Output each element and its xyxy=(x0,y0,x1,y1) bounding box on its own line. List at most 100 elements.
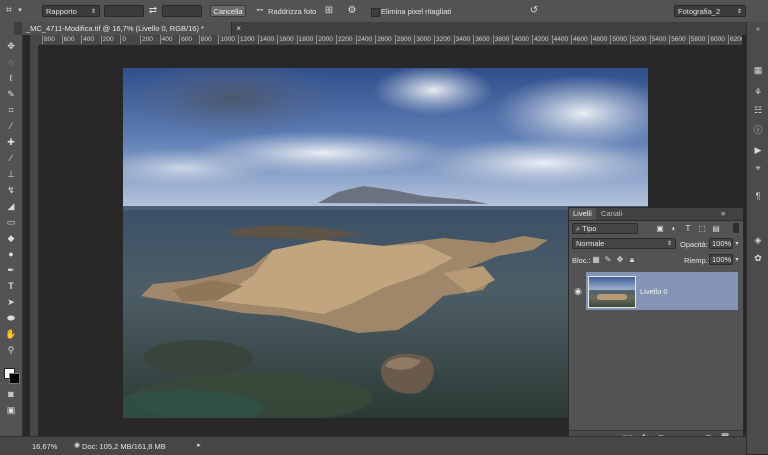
reset-icon[interactable]: ↺ xyxy=(528,5,540,17)
opacity-slider-chevron-icon[interactable]: ▾ xyxy=(733,238,741,250)
clear-button[interactable]: Cancella xyxy=(210,5,246,17)
lasso-tool-icon[interactable]: ℓ xyxy=(3,72,19,84)
ratio-select-label: Rapporto xyxy=(46,7,77,16)
lock-all-icon[interactable]: 🔒︎ xyxy=(627,254,637,266)
healing-brush-icon[interactable]: ✚ xyxy=(3,136,19,148)
ruler-tick-label: 5000 xyxy=(610,35,627,44)
ruler-tick-label: 400 xyxy=(81,35,95,44)
zoom-tool-icon[interactable]: ⚲ xyxy=(3,344,19,356)
filter-type-icon[interactable]: T xyxy=(683,223,693,235)
hand-tool-icon[interactable]: ✋ xyxy=(3,328,19,340)
crop-tool-icon[interactable]: ⌗ xyxy=(3,5,15,17)
screen-mode-icon[interactable]: ▣ xyxy=(3,404,19,416)
filter-shape-icon[interactable]: ⬚ xyxy=(697,223,707,235)
right-dock: « ▦ ⚘ ☷ ⓘ ▶ ⌖ ¶ ◈ ✿ xyxy=(746,22,768,454)
layer-visibility-eye-icon[interactable]: ◉ xyxy=(571,272,585,310)
height-field[interactable] xyxy=(162,5,202,17)
properties-icon[interactable]: ☷ xyxy=(751,104,765,116)
eraser-icon[interactable]: ◢ xyxy=(3,200,19,212)
ruler-tick-label: 1800 xyxy=(296,35,314,44)
info-icon[interactable]: ⓘ xyxy=(751,124,765,136)
filter-toggle[interactable] xyxy=(733,223,739,233)
layer-name[interactable]: Livello 0 xyxy=(640,287,668,296)
dock-collapse-icon[interactable]: « xyxy=(751,24,765,36)
layer-row-livello-0[interactable]: Livello 0 xyxy=(586,272,738,310)
ruler-tick-label: 5600 xyxy=(669,35,686,44)
move-tool-icon[interactable]: ✥ xyxy=(3,40,19,52)
filter-kind-select[interactable]: ⌕ Tipo xyxy=(572,223,638,234)
quick-selection-icon[interactable]: ✎ xyxy=(3,88,19,100)
overlay-grid-icon[interactable]: ⊞ xyxy=(323,5,335,17)
histogram-icon[interactable]: ▦ xyxy=(751,64,765,76)
history-brush-icon[interactable]: ↯ xyxy=(3,184,19,196)
marquee-tool-icon[interactable]: ◌ xyxy=(3,56,19,68)
layers-icon[interactable]: ◈ xyxy=(751,234,765,246)
panel-menu-icon[interactable]: ≡ xyxy=(717,208,729,220)
dodge-icon[interactable]: ● xyxy=(3,248,19,260)
adjustments-icon[interactable]: ⚘ xyxy=(751,86,765,98)
filter-adjustment-icon[interactable]: ◐ xyxy=(669,223,679,235)
channels-icon[interactable]: ✿ xyxy=(751,252,765,264)
ruler-tick-label: 4400 xyxy=(551,35,569,44)
paragraph-icon[interactable]: ¶ xyxy=(751,190,765,202)
delete-cropped-checkbox[interactable] xyxy=(371,8,380,17)
ratio-select[interactable]: Rapporto ⇕ xyxy=(42,5,100,17)
straighten-icon[interactable]: ⊷ xyxy=(253,5,267,17)
pen-icon[interactable]: ✒ xyxy=(3,264,19,276)
quick-mask-icon[interactable]: ◙ xyxy=(3,388,19,400)
layers-panel-header: Livelli Canali ≡ xyxy=(569,208,743,221)
opacity-field[interactable]: 100% xyxy=(709,238,733,249)
gradient-icon[interactable]: ▭ xyxy=(3,216,19,228)
filter-pixel-icon[interactable]: ▣ xyxy=(655,223,665,235)
type-tool-icon[interactable]: T xyxy=(3,280,19,292)
layer-thumbnail xyxy=(588,276,636,308)
opacity-value: 100% xyxy=(712,239,732,248)
status-menu-arrow-icon[interactable]: ▸ xyxy=(194,440,204,452)
workspace-select-label: Fotografia_2 xyxy=(678,7,721,16)
tool-preset-chevron-icon[interactable]: ▾ xyxy=(16,5,24,17)
blend-mode-select[interactable]: Normale ⇕ xyxy=(572,238,676,249)
ruler-tick-label: 3800 xyxy=(492,35,510,44)
gear-icon[interactable]: ⚙ xyxy=(346,5,358,17)
blend-mode-label: Normale xyxy=(576,239,605,248)
filter-smart-object-icon[interactable]: ▤ xyxy=(711,223,721,235)
lock-transparency-icon[interactable]: ▦ xyxy=(591,254,601,266)
crop-icon[interactable]: ⌗ xyxy=(3,104,19,116)
tab-layers[interactable]: Livelli xyxy=(569,208,596,220)
ruler-tick-label: 3600 xyxy=(473,35,490,44)
tab-channels[interactable]: Canali xyxy=(597,208,626,220)
fill-field[interactable]: 100% xyxy=(709,254,733,265)
ruler-tick-label: 1000 xyxy=(218,35,235,44)
straighten-label[interactable]: Raddrizza foto xyxy=(268,7,316,16)
fill-slider-chevron-icon[interactable]: ▾ xyxy=(733,254,741,266)
ruler-tick-label: 4200 xyxy=(532,35,549,44)
eyedropper-icon[interactable]: ⁄ xyxy=(3,120,19,132)
background-color-swatch[interactable] xyxy=(9,373,20,384)
ruler-tick-label: 1400 xyxy=(257,35,275,44)
ruler-tick-label: 2200 xyxy=(336,35,353,44)
document-tab[interactable]: _MC_4711-Modifica.tif @ 16,7% (Livello 0… xyxy=(22,22,241,35)
layers-panel: Livelli Canali ≡ ⌕ Tipo ▣ ◐ T ⬚ ▤ Normal… xyxy=(568,207,744,445)
ruler-tick-label: 0 xyxy=(120,35,127,44)
close-tab-icon[interactable]: × xyxy=(236,22,241,35)
ruler-tick-label: 400 xyxy=(159,35,173,44)
lock-position-icon[interactable]: ✥ xyxy=(615,254,625,266)
width-field[interactable] xyxy=(104,5,144,17)
clone-stamp-icon[interactable]: ⊥ xyxy=(3,168,19,180)
ruler-tick-label: 6000 xyxy=(708,35,725,44)
opacity-label: Opacità: xyxy=(680,240,708,249)
ruler-tick-label: 200 xyxy=(140,35,153,44)
shape-tool-icon[interactable]: ⬬ xyxy=(3,312,19,324)
lock-pixels-icon[interactable]: ✎ xyxy=(603,254,613,266)
brush-icon[interactable]: ∕ xyxy=(3,152,19,164)
swap-dimensions-icon[interactable]: ⇄ xyxy=(147,5,159,17)
delete-cropped-label: Elimina pixel ritagliati xyxy=(381,7,452,16)
actions-play-icon[interactable]: ▶ xyxy=(751,144,765,156)
workspace-select[interactable]: Fotografia_2 ⇕ xyxy=(674,5,746,17)
status-info-icon[interactable]: ◉ xyxy=(72,440,82,452)
zoom-level[interactable]: 16,67% xyxy=(32,442,57,451)
history-icon[interactable]: ⌖ xyxy=(751,162,765,174)
ruler-tick-label: 5800 xyxy=(688,35,706,44)
blur-icon[interactable]: ◆ xyxy=(3,232,19,244)
path-selection-icon[interactable]: ➤ xyxy=(3,296,19,308)
